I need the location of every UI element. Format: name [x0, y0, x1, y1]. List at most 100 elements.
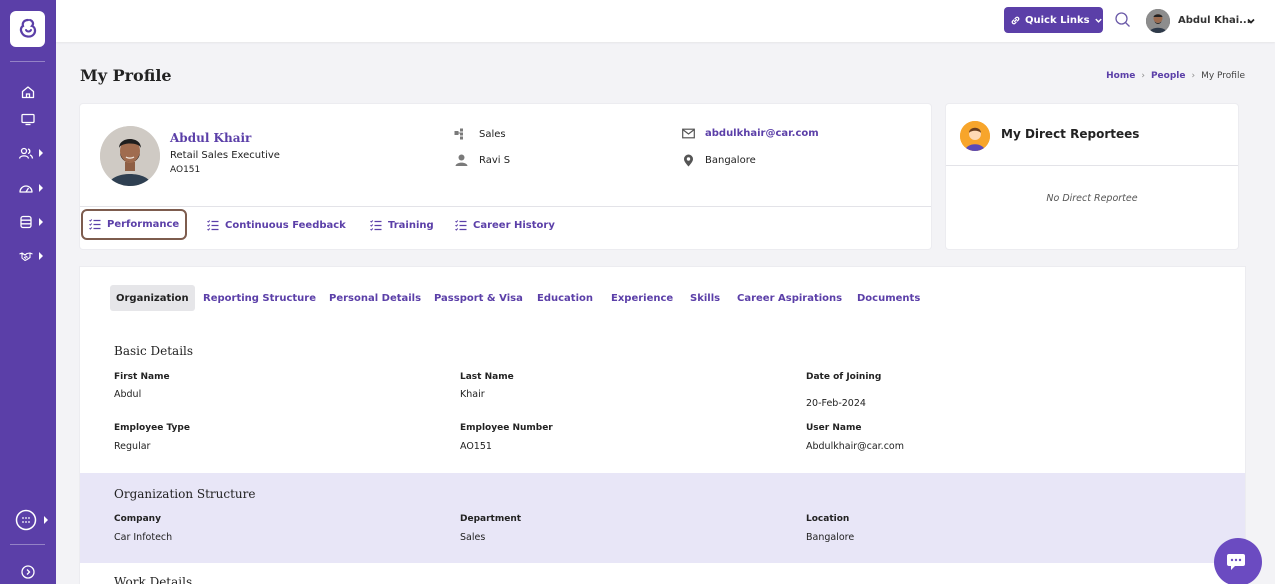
- search-button[interactable]: [1114, 11, 1132, 29]
- app-logo[interactable]: [10, 11, 45, 47]
- chevron-down-icon: [1094, 18, 1102, 23]
- tab-continuous-feedback-label: Continuous Feedback: [225, 219, 346, 231]
- tab-career-aspirations[interactable]: Career Aspirations: [737, 285, 842, 311]
- username-value: Abdulkhair@car.com: [806, 441, 904, 452]
- tab-training[interactable]: Training: [370, 210, 434, 240]
- tab-career-history-label: Career History: [473, 219, 555, 231]
- profile-avatar: [100, 126, 160, 186]
- reportee-avatar-icon: [960, 121, 990, 151]
- sidebar: [0, 0, 56, 584]
- manager-value: Ravi S: [479, 154, 511, 166]
- first-name-value: Abdul: [114, 389, 142, 400]
- page-title: My Profile: [80, 66, 172, 85]
- chat-icon: [1227, 554, 1245, 570]
- search-icon: [1115, 12, 1130, 27]
- home-icon: [21, 86, 35, 99]
- tab-continuous-feedback[interactable]: Continuous Feedback: [207, 210, 346, 240]
- breadcrumb-current: My Profile: [1201, 71, 1245, 81]
- department-icon: [454, 128, 463, 140]
- profile-photo: [100, 126, 160, 186]
- profile-department: Sales: [454, 128, 506, 140]
- expand-arrow-icon: [39, 184, 43, 192]
- employee-number-value: AO151: [460, 441, 492, 452]
- expand-icon: [21, 565, 35, 579]
- profile-email[interactable]: abdulkhair@car.com: [682, 128, 819, 139]
- sidebar-handshake[interactable]: [0, 245, 56, 267]
- quick-links-button[interactable]: Quick Links: [1004, 7, 1103, 33]
- department-label: Department: [460, 514, 522, 524]
- user-name[interactable]: Abdul Khai...: [1178, 15, 1251, 26]
- sidebar-monitor[interactable]: [0, 108, 56, 130]
- chevron-down-icon[interactable]: [1246, 16, 1256, 26]
- employee-number-label: Employee Number: [460, 423, 553, 433]
- monitor-icon: [21, 113, 35, 126]
- reportees-empty-text: No Direct Reportee: [1046, 193, 1138, 204]
- reportees-divider: [946, 165, 1238, 166]
- user-avatar[interactable]: [1146, 9, 1170, 33]
- direct-reportees-card: My Direct Reportees No Direct Reportee: [946, 104, 1238, 249]
- tab-training-label: Training: [388, 219, 434, 231]
- breadcrumb-people[interactable]: People: [1151, 71, 1186, 81]
- dashboard-icon: [19, 185, 33, 193]
- expand-arrow-icon: [39, 218, 43, 226]
- work-details-title: Work Details: [114, 575, 193, 584]
- profile-manager: Ravi S: [454, 154, 510, 166]
- last-name-label: Last Name: [460, 372, 514, 382]
- tab-career-history[interactable]: Career History: [455, 210, 555, 240]
- quick-links-label: Quick Links: [1025, 14, 1090, 26]
- handshake-icon: [19, 252, 33, 262]
- breadcrumb-separator: ›: [1141, 71, 1145, 81]
- tab-personal-details[interactable]: Personal Details: [329, 285, 421, 311]
- profile-location: Bangalore: [682, 154, 756, 167]
- sidebar-divider: [10, 61, 45, 62]
- sidebar-home[interactable]: [0, 81, 56, 103]
- breadcrumb-home[interactable]: Home: [1106, 71, 1135, 81]
- location-field-value: Bangalore: [806, 532, 855, 543]
- department-value: Sales: [479, 128, 506, 140]
- username-label: User Name: [806, 423, 862, 433]
- sidebar-menu-toggle[interactable]: [0, 509, 56, 531]
- list-icon: [207, 219, 219, 231]
- expand-arrow-icon: [39, 149, 43, 157]
- tab-reporting-structure[interactable]: Reporting Structure: [203, 285, 316, 311]
- employee-type-label: Employee Type: [114, 423, 190, 433]
- user-icon: [455, 154, 468, 166]
- tab-performance[interactable]: Performance: [81, 209, 188, 240]
- location-value: Bangalore: [705, 155, 756, 166]
- basic-details-title: Basic Details: [114, 344, 194, 358]
- sidebar-database[interactable]: [0, 211, 56, 233]
- tab-documents[interactable]: Documents: [857, 285, 920, 311]
- profile-employee-id: AO151: [170, 165, 201, 175]
- department-field-value: Sales: [460, 532, 486, 543]
- location-label: Location: [806, 514, 850, 524]
- card-divider: [80, 206, 931, 207]
- sidebar-people[interactable]: [0, 142, 56, 164]
- tab-performance-label: Performance: [107, 219, 180, 230]
- sidebar-expand[interactable]: [0, 561, 56, 583]
- breadcrumb: Home › People › My Profile: [1106, 71, 1245, 81]
- breadcrumb-separator: ›: [1191, 71, 1196, 81]
- employee-type-value: Regular: [114, 441, 151, 452]
- list-icon: [370, 219, 382, 231]
- menu-circle-icon: [15, 509, 37, 531]
- database-icon: [20, 215, 32, 229]
- tab-education[interactable]: Education: [537, 285, 593, 311]
- avatar-image: [1146, 9, 1170, 33]
- sidebar-divider: [10, 544, 45, 545]
- logo-icon: [19, 18, 36, 38]
- tab-passport-visa[interactable]: Passport & Visa: [434, 285, 523, 311]
- company-label: Company: [114, 514, 161, 524]
- profile-job-title: Retail Sales Executive: [170, 150, 280, 161]
- sidebar-dashboard[interactable]: [0, 177, 56, 199]
- email-value[interactable]: abdulkhair@car.com: [705, 128, 819, 139]
- tab-skills[interactable]: Skills: [690, 285, 720, 311]
- profile-name[interactable]: Abdul Khair: [170, 131, 251, 145]
- organization-structure-section: Organization Structure Company Car Infot…: [80, 473, 1245, 563]
- tab-organization[interactable]: Organization: [110, 285, 195, 311]
- link-icon: [1011, 16, 1020, 24]
- list-icon: [455, 219, 467, 231]
- location-pin-icon: [684, 154, 693, 167]
- chat-button[interactable]: [1214, 538, 1262, 584]
- mail-icon: [682, 128, 695, 139]
- tab-experience[interactable]: Experience: [611, 285, 673, 311]
